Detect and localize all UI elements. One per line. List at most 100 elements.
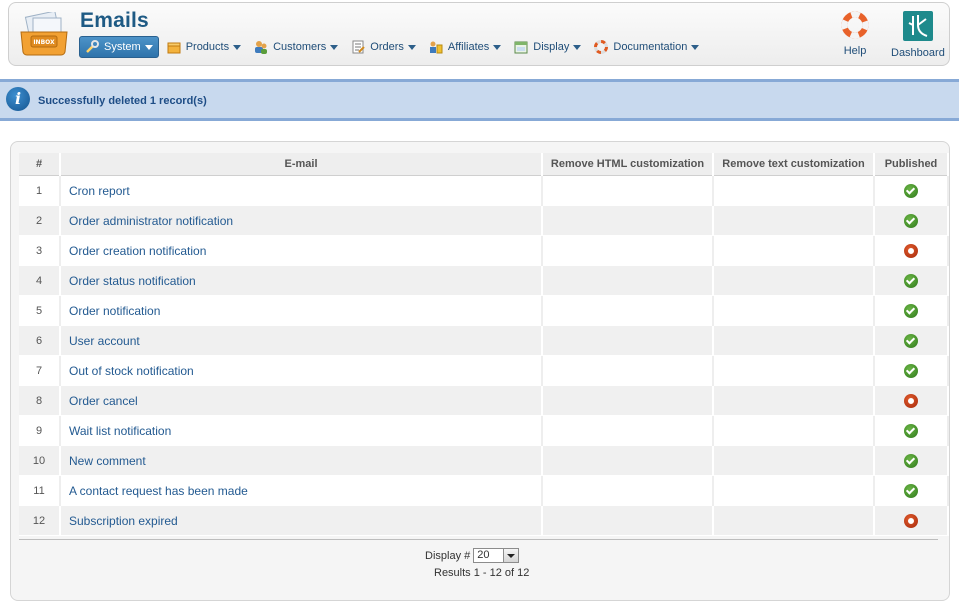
dashboard-logo-icon (902, 11, 933, 44)
published-check-icon[interactable] (904, 303, 918, 318)
published-check-icon[interactable] (904, 363, 918, 378)
column-header-email[interactable]: E-mail (60, 153, 543, 176)
email-link[interactable]: Order status notification (60, 265, 543, 296)
menu-orders[interactable]: Orders (346, 37, 421, 57)
published-cell (874, 505, 949, 536)
menu-system-label: System (104, 41, 141, 53)
email-link[interactable]: Subscription expired (60, 505, 543, 536)
table-row: 3 Order creation notification (19, 235, 949, 266)
menu-display[interactable]: Display (509, 37, 586, 57)
published-cell (874, 265, 949, 296)
chevron-down-icon (493, 44, 502, 50)
menu-products-label: Products (185, 41, 230, 53)
email-link[interactable]: Out of stock notification (60, 355, 543, 386)
column-header-number[interactable]: # (19, 153, 61, 176)
remove-text-cell (713, 175, 875, 206)
inbox-tray-icon: INBOX (19, 10, 69, 56)
table-row: 11 A contact request has been made (19, 475, 949, 506)
column-header-published[interactable]: Published (874, 153, 949, 176)
table-row: 6 User account (19, 325, 949, 356)
email-link[interactable]: Order notification (60, 295, 543, 326)
remove-text-cell (713, 355, 875, 386)
pagination-display: Display # 20 (425, 548, 520, 563)
menu-system[interactable]: System (79, 36, 159, 58)
menu-products[interactable]: Products (162, 37, 246, 57)
unpublished-icon[interactable] (904, 513, 918, 528)
menu-documentation[interactable]: Documentation (589, 37, 704, 57)
menu-affiliates[interactable]: Affiliates (424, 37, 506, 57)
email-link[interactable]: Wait list notification (60, 415, 543, 446)
menu-customers[interactable]: Customers (249, 37, 343, 57)
published-cell (874, 205, 949, 236)
row-number: 11 (19, 475, 61, 506)
remove-html-cell (542, 295, 714, 326)
email-link[interactable]: User account (60, 325, 543, 356)
dashboard-button[interactable]: Dashboard (891, 11, 945, 59)
remove-html-cell (542, 175, 714, 206)
remove-html-cell (542, 355, 714, 386)
published-cell (874, 295, 949, 326)
remove-text-cell (713, 325, 875, 356)
unpublished-icon[interactable] (904, 243, 918, 258)
remove-text-cell (713, 445, 875, 476)
main-menu: System Products Customers Orders Affilia… (79, 36, 707, 58)
footer-divider (19, 539, 938, 540)
remove-text-cell (713, 415, 875, 446)
table-row: 2 Order administrator notification (19, 205, 949, 236)
chevron-down-icon (691, 44, 700, 50)
help-button[interactable]: Help (841, 11, 869, 57)
published-check-icon[interactable] (904, 453, 918, 468)
menu-affiliates-label: Affiliates (447, 41, 490, 53)
column-header-remove-html[interactable]: Remove HTML customization (542, 153, 714, 176)
published-cell (874, 475, 949, 506)
table-row: 8 Order cancel (19, 385, 949, 416)
column-header-remove-text[interactable]: Remove text customization (713, 153, 875, 176)
box-icon (167, 40, 181, 54)
menu-orders-label: Orders (370, 41, 404, 53)
remove-text-cell (713, 475, 875, 506)
row-number: 1 (19, 175, 61, 206)
menu-documentation-label: Documentation (613, 41, 688, 53)
page-title: Emails (80, 9, 149, 32)
published-cell (874, 355, 949, 386)
display-count-select[interactable]: 20 (473, 548, 520, 563)
email-link[interactable]: Order administrator notification (60, 205, 543, 236)
row-number: 7 (19, 355, 61, 386)
row-number: 9 (19, 415, 61, 446)
remove-html-cell (542, 265, 714, 296)
published-check-icon[interactable] (904, 423, 918, 438)
email-link[interactable]: A contact request has been made (60, 475, 543, 506)
published-check-icon[interactable] (904, 183, 918, 198)
table-row: 5 Order notification (19, 295, 949, 326)
dashboard-label: Dashboard (891, 47, 945, 59)
row-number: 10 (19, 445, 61, 476)
chevron-down-icon (407, 44, 416, 50)
remove-html-cell (542, 445, 714, 476)
unpublished-icon[interactable] (904, 393, 918, 408)
remove-html-cell (542, 235, 714, 266)
users-icon (254, 40, 268, 54)
published-check-icon[interactable] (904, 273, 918, 288)
lifebuoy-icon (841, 11, 869, 42)
remove-text-cell (713, 385, 875, 416)
email-link[interactable]: New comment (60, 445, 543, 476)
table-row: 12 Subscription expired (19, 505, 949, 536)
chevron-down-icon[interactable] (503, 549, 519, 562)
remove-text-cell (713, 265, 875, 296)
results-count: Results 1 - 12 of 12 (434, 567, 530, 579)
email-link[interactable]: Cron report (60, 175, 543, 206)
published-check-icon[interactable] (904, 483, 918, 498)
table-row: 1 Cron report (19, 175, 949, 206)
info-icon: i (6, 87, 30, 111)
email-link[interactable]: Order cancel (60, 385, 543, 416)
menu-customers-label: Customers (273, 41, 327, 53)
email-link[interactable]: Order creation notification (60, 235, 543, 266)
published-cell (874, 175, 949, 206)
remove-html-cell (542, 205, 714, 236)
display-icon (514, 40, 528, 54)
published-check-icon[interactable] (904, 333, 918, 348)
table-header-row: # E-mail Remove HTML customization Remov… (19, 153, 949, 176)
message-bar: i Successfully deleted 1 record(s) (0, 79, 959, 121)
published-check-icon[interactable] (904, 213, 918, 228)
row-number: 3 (19, 235, 61, 266)
